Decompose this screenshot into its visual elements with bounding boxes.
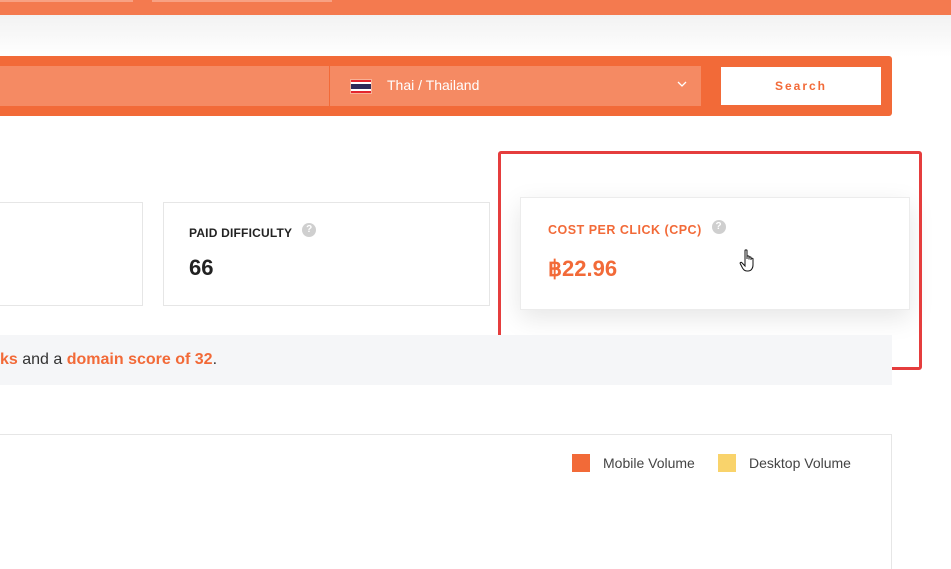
legend-item-mobile[interactable]: Mobile Volume (572, 454, 695, 472)
legend-label-mobile: Mobile Volume (603, 455, 695, 471)
metric-card (0, 202, 143, 306)
language-select-label: Thai / Thailand (387, 77, 480, 93)
language-select[interactable]: Thai / Thailand (330, 66, 701, 106)
summary-text: ks and a domain score of 32. (0, 351, 217, 369)
top-nav-tab[interactable] (0, 0, 133, 2)
chevron-down-icon (677, 81, 687, 87)
summary-link[interactable]: ks (0, 351, 18, 368)
top-nav-bar (0, 0, 951, 15)
search-button[interactable]: Search (721, 67, 881, 105)
summary-text-mid: and a (17, 351, 67, 368)
top-nav-tab[interactable] (152, 0, 332, 2)
legend-label-desktop: Desktop Volume (749, 455, 851, 471)
keyword-input[interactable] (0, 66, 329, 106)
mobile-volume-swatch (572, 454, 590, 472)
paid-difficulty-title: PAID DIFFICULTY ? (189, 223, 317, 240)
domain-score-link[interactable]: domain score of 32 (67, 351, 213, 368)
header-shadow (0, 15, 951, 57)
summary-text-end: . (212, 351, 218, 368)
paid-difficulty-label: PAID DIFFICULTY (189, 226, 293, 240)
thailand-flag-icon (350, 79, 372, 94)
help-icon[interactable]: ? (302, 223, 317, 237)
volume-chart-panel: Mobile Volume Desktop Volume (0, 434, 892, 569)
paid-difficulty-card: PAID DIFFICULTY ? 66 (163, 202, 490, 306)
summary-band: ks and a domain score of 32. (0, 335, 892, 385)
desktop-volume-swatch (718, 454, 736, 472)
paid-difficulty-value: 66 (189, 255, 214, 280)
legend-item-desktop[interactable]: Desktop Volume (718, 454, 851, 472)
keyword-search-bar: Thai / Thailand Search (0, 56, 892, 116)
